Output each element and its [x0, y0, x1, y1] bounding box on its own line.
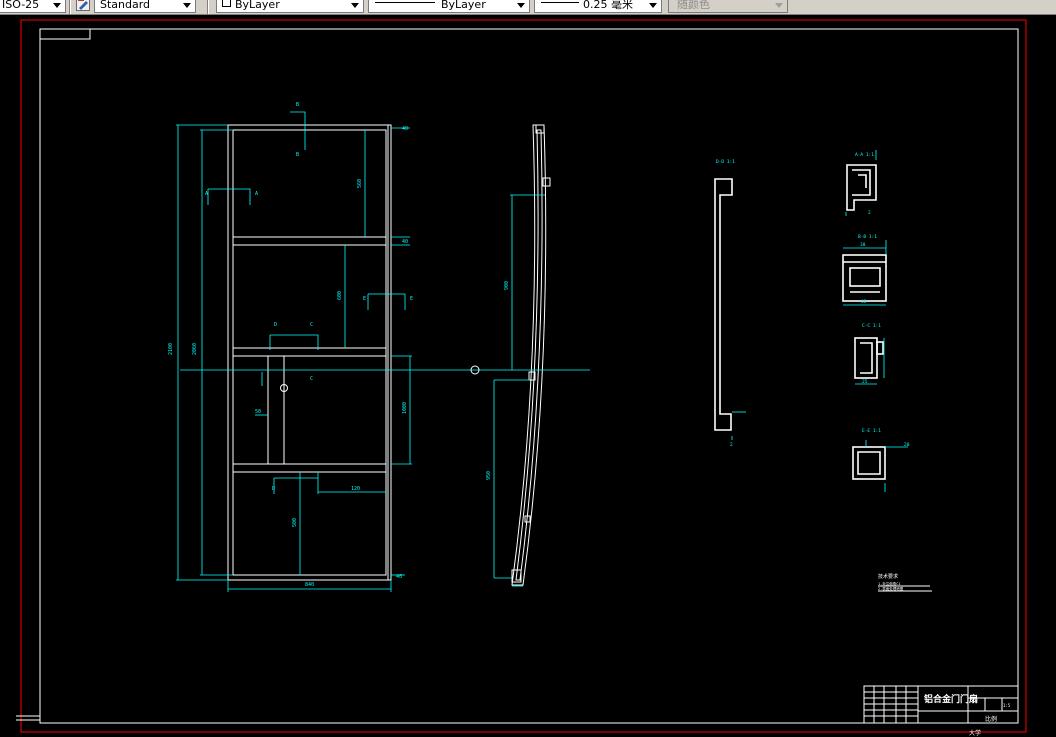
svg-text:A-A 1:1: A-A 1:1	[855, 152, 874, 158]
svg-text:A: A	[205, 191, 208, 197]
detail-a-annotation: A-A 1:1 2	[845, 150, 877, 216]
svg-text:比例: 比例	[985, 715, 997, 723]
detail-b-profile	[842, 254, 887, 302]
color-dropdown[interactable]: ByLayer	[216, 0, 364, 13]
svg-text:C: C	[310, 376, 313, 382]
svg-text:600: 600	[337, 291, 343, 300]
svg-text:1:5: 1:5	[1003, 703, 1011, 708]
text-style-icon[interactable]	[76, 0, 90, 11]
text-style-value: Standard	[100, 0, 151, 11]
plot-style-value: 随颜色	[677, 0, 710, 11]
svg-text:1.未注倒角C1: 1.未注倒角C1	[878, 581, 900, 586]
side-dimension-text: 900 950	[486, 281, 510, 480]
svg-text:E: E	[363, 296, 366, 302]
linetype-value: ByLayer	[441, 0, 486, 11]
svg-text:900: 900	[504, 281, 510, 290]
svg-text:500: 500	[292, 518, 298, 527]
technical-requirements: 技术要求 1.未注倒角C1 2.表面处理喷塑	[878, 573, 932, 592]
svg-text:2: 2	[868, 210, 871, 216]
detail-c-profile	[854, 337, 884, 379]
text-style-dropdown[interactable]: Standard	[94, 0, 196, 13]
svg-text:E-E 1:1: E-E 1:1	[862, 428, 881, 434]
svg-text:25: 25	[862, 379, 868, 385]
svg-text:40: 40	[396, 574, 402, 580]
title-block-text: 铝合金门门扇 比例 大学 1:5	[924, 693, 1011, 737]
detail-a-profile	[846, 164, 877, 211]
linetype-preview-icon	[375, 2, 435, 3]
linetype-dropdown[interactable]: ByLayer	[368, 0, 530, 13]
sheet-boundary	[20, 19, 1027, 733]
chevron-down-icon[interactable]	[351, 3, 359, 8]
svg-text:D: D	[272, 486, 275, 492]
toolbar-separator	[69, 0, 71, 14]
binding-margin-marks	[16, 715, 40, 721]
door-side-view	[511, 124, 551, 586]
svg-text:40: 40	[402, 239, 408, 245]
color-swatch-icon	[222, 0, 231, 7]
svg-text:45: 45	[861, 299, 867, 305]
svg-text:2: 2	[730, 442, 733, 448]
svg-text:B: B	[296, 102, 299, 108]
lineweight-dropdown[interactable]: 0.25 毫米	[534, 0, 662, 13]
svg-text:E: E	[410, 296, 413, 302]
detail-d-profile	[714, 178, 733, 431]
svg-text:C: C	[310, 322, 313, 328]
code-box	[39, 28, 91, 40]
chevron-down-icon[interactable]	[183, 3, 191, 8]
svg-text:20: 20	[904, 442, 910, 448]
detail-e-profile	[852, 446, 886, 480]
front-dimension-text: 2100 2060 840 560 600 1000 500 120 50 40…	[168, 102, 413, 588]
svg-text:D: D	[274, 322, 277, 328]
plot-style-dropdown: 随颜色	[668, 0, 788, 13]
dimension-style-value: ISO-25	[2, 0, 40, 11]
svg-text:铝合金门门扇: 铝合金门门扇	[924, 693, 978, 705]
properties-toolbar: ISO-25 Standard ByLayer ByLayer 0.25 毫米 …	[0, 0, 1056, 15]
svg-text:C-C 1:1: C-C 1:1	[862, 323, 881, 329]
chevron-down-icon[interactable]	[649, 3, 657, 8]
drawing-canvas[interactable]: 2100 2060 840 560 600 1000 500 120 50 40…	[0, 14, 1056, 737]
toolbar-separator	[207, 0, 209, 14]
door-front-elevation	[227, 124, 392, 581]
svg-text:840: 840	[305, 582, 314, 588]
svg-text:950: 950	[486, 471, 492, 480]
chevron-down-icon	[775, 3, 783, 8]
svg-text:120: 120	[351, 486, 360, 492]
svg-text:1000: 1000	[402, 402, 408, 414]
svg-text:30: 30	[860, 242, 866, 248]
svg-text:D-D 1:1: D-D 1:1	[716, 159, 735, 165]
svg-text:2100: 2100	[168, 343, 174, 355]
svg-text:B-B 1:1: B-B 1:1	[858, 234, 877, 240]
svg-text:40: 40	[402, 126, 408, 132]
svg-text:2.表面处理喷塑: 2.表面处理喷塑	[878, 586, 904, 591]
chevron-down-icon[interactable]	[53, 3, 61, 8]
svg-text:560: 560	[357, 179, 363, 188]
svg-text:A: A	[255, 191, 258, 197]
svg-text:50: 50	[255, 409, 261, 415]
svg-text:2060: 2060	[192, 343, 198, 355]
svg-text:技术要求: 技术要求	[878, 573, 898, 580]
side-dimension-lines	[475, 194, 590, 587]
lineweight-preview-icon	[541, 2, 579, 3]
lineweight-value: 0.25 毫米	[583, 0, 633, 11]
detail-e-annotation: E-E 1:1 20	[862, 428, 910, 492]
chevron-down-icon[interactable]	[517, 3, 525, 8]
svg-text:大学: 大学	[969, 729, 981, 737]
color-value: ByLayer	[235, 0, 280, 11]
svg-text:B: B	[296, 152, 299, 158]
front-dimension-lines	[176, 111, 475, 592]
dimension-style-dropdown[interactable]: ISO-25	[0, 0, 66, 13]
